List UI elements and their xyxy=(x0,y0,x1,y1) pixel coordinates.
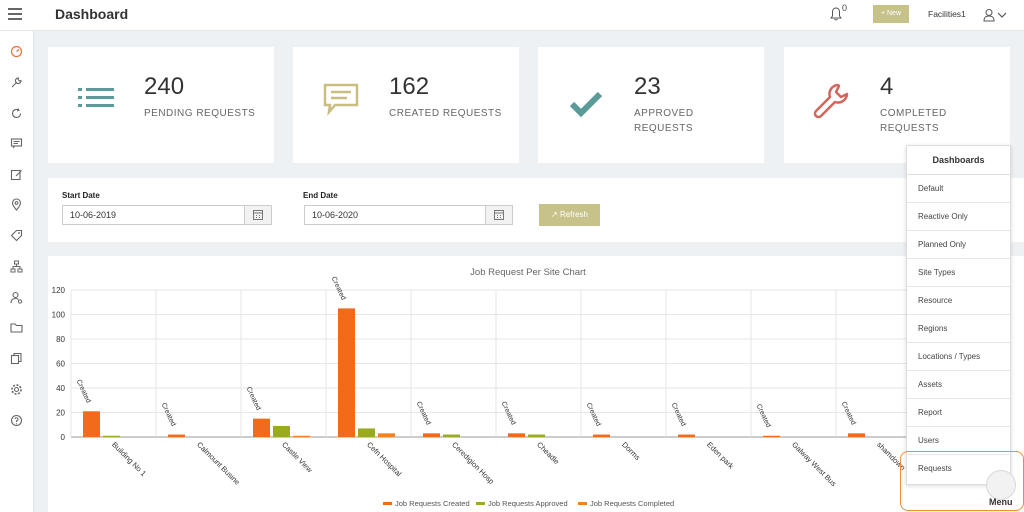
dashboards-menu: Dashboards Default Reactive Only Planned… xyxy=(906,145,1011,485)
chart-bar xyxy=(378,433,395,437)
y-tick-label: 40 xyxy=(56,384,65,393)
legend-label: Job Requests Created xyxy=(395,499,470,508)
bar-data-label: Created xyxy=(160,402,177,428)
bar-data-label: Created xyxy=(245,386,262,412)
chart-bar xyxy=(168,434,185,437)
x-tick-label: Building No 1 xyxy=(110,440,148,478)
legend-label: Job Requests Approved xyxy=(488,499,568,508)
x-tick-label: Calmount Busine xyxy=(195,440,242,487)
x-tick-label: Cefn Hospital xyxy=(365,440,403,478)
bar-data-label: Created xyxy=(755,403,772,429)
chart-bar xyxy=(528,434,545,437)
chart-title: Job Request Per Site Chart xyxy=(470,267,586,278)
chart-bar xyxy=(423,433,440,437)
chart-bar xyxy=(593,434,610,437)
menu-item-regions[interactable]: Regions xyxy=(907,315,1010,343)
bar-data-label: Created xyxy=(75,379,92,405)
menu-item-assets[interactable]: Assets xyxy=(907,371,1010,399)
chart-bar xyxy=(508,433,525,437)
chart-bar xyxy=(83,411,100,437)
x-tick-label: Dorms xyxy=(620,440,642,462)
menu-item-report[interactable]: Report xyxy=(907,399,1010,427)
bar-data-label: Created xyxy=(500,401,517,427)
y-tick-label: 80 xyxy=(56,335,65,344)
menu-item-planned-only[interactable]: Planned Only xyxy=(907,231,1010,259)
menu-item-site-types[interactable]: Site Types xyxy=(907,259,1010,287)
y-tick-label: 0 xyxy=(61,433,66,442)
x-tick-label: Galway West Bus xyxy=(790,440,838,488)
bar-data-label: Created xyxy=(585,402,602,428)
bar-data-label: Created xyxy=(415,401,432,427)
y-tick-label: 100 xyxy=(52,311,66,320)
y-tick-label: 60 xyxy=(56,360,65,369)
chart-bar xyxy=(443,434,460,437)
x-tick-label: Castle View xyxy=(280,440,315,475)
chart-bar xyxy=(293,435,310,437)
bar-data-label: Created xyxy=(840,401,857,427)
chart-bar xyxy=(253,418,270,437)
job-request-chart: Job Request Per Site Chart 0 20 40 60 80 100 12… xyxy=(52,267,1010,508)
legend-swatch xyxy=(578,502,587,505)
chart-bar xyxy=(103,435,120,437)
legend-label: Job Requests Completed xyxy=(590,499,674,508)
bar-data-label: Created xyxy=(330,276,347,302)
y-tick-label: 20 xyxy=(56,409,65,418)
chart-bar xyxy=(763,435,780,437)
menu-item-locations-types[interactable]: Locations / Types xyxy=(907,343,1010,371)
bar-data-label: Created xyxy=(670,402,687,428)
y-tick-label: 120 xyxy=(52,286,66,295)
menu-item-default[interactable]: Default xyxy=(907,175,1010,203)
chart-bar xyxy=(848,433,865,437)
x-tick-label: Ceredigion Hosp xyxy=(450,440,496,486)
legend-swatch xyxy=(476,502,485,505)
menu-header: Dashboards xyxy=(907,146,1010,175)
menu-item-resource[interactable]: Resource xyxy=(907,287,1010,315)
chart-bar xyxy=(678,434,695,437)
menu-fab-label[interactable]: Menu xyxy=(989,497,1013,507)
legend-swatch xyxy=(383,502,392,505)
chart-bar xyxy=(358,428,375,437)
menu-fab-button[interactable] xyxy=(986,470,1016,500)
menu-item-reactive-only[interactable]: Reactive Only xyxy=(907,203,1010,231)
x-tick-label: Eden park xyxy=(705,440,736,471)
chart-bar xyxy=(338,308,355,437)
chart-bar xyxy=(273,425,290,437)
x-tick-label: Cheadle xyxy=(535,440,561,466)
